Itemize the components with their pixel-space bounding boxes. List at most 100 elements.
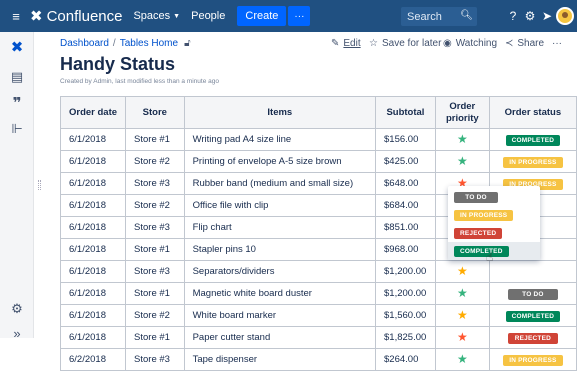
status-cell[interactable]: COMPLETED bbox=[488, 304, 577, 327]
status-cell[interactable]: IN PROGRESS bbox=[488, 150, 577, 173]
items-cell[interactable]: Office file with clip bbox=[183, 194, 377, 217]
gear-icon[interactable]: ⚙ bbox=[522, 8, 538, 24]
priority-cell[interactable]: ★ bbox=[434, 150, 490, 173]
order-date-cell[interactable]: 6/1/2018 bbox=[59, 172, 127, 195]
store-cell[interactable]: Store #2 bbox=[125, 194, 185, 217]
share-button[interactable]: ≺ Share bbox=[505, 38, 544, 49]
order-date-cell[interactable]: 6/2/2018 bbox=[59, 348, 127, 371]
status-option-completed[interactable]: COMPLETED bbox=[448, 242, 540, 260]
notification-icon[interactable]: ➤ bbox=[539, 8, 555, 24]
store-cell[interactable]: Store #1 bbox=[125, 238, 185, 261]
create-more-button[interactable]: ··· bbox=[288, 6, 311, 26]
items-cell[interactable]: Separators/dividers bbox=[183, 260, 377, 283]
store-cell[interactable]: Store #1 bbox=[125, 128, 185, 151]
priority-cell[interactable]: ★ bbox=[434, 282, 490, 305]
status-lozenge: COMPLETED bbox=[505, 310, 561, 322]
menu-icon[interactable]: ≡ bbox=[4, 0, 28, 32]
priority-cell[interactable]: ★ bbox=[434, 304, 490, 327]
store-cell[interactable]: Store #2 bbox=[125, 150, 185, 173]
store-cell[interactable]: Store #3 bbox=[125, 172, 185, 195]
left-sidebar: ✖ ▤ ❞ ⊩ ⚙ » bbox=[0, 32, 34, 341]
table-row: 6/1/2018 Store #2 Printing of envelope A-5… bbox=[59, 150, 577, 173]
status-cell[interactable] bbox=[488, 260, 577, 283]
priority-cell[interactable]: ★ bbox=[434, 260, 490, 283]
confluence-icon: ✖ bbox=[30, 8, 43, 25]
subtotal-cell[interactable]: $1,560.00 bbox=[375, 304, 436, 327]
breadcrumb-tables-home[interactable]: Tables Home bbox=[120, 38, 178, 49]
header-subtotal[interactable]: Subtotal bbox=[375, 96, 436, 129]
blog-quote-icon[interactable]: ❞ bbox=[8, 94, 26, 112]
subtotal-cell[interactable]: $1,200.00 bbox=[375, 260, 436, 283]
status-cell[interactable]: IN PROGRESS bbox=[488, 348, 577, 371]
items-cell[interactable]: Printing of envelope A-5 size brown bbox=[183, 150, 377, 173]
order-date-cell[interactable]: 6/1/2018 bbox=[59, 260, 127, 283]
priority-star-icon: ★ bbox=[456, 308, 468, 322]
status-option-in-progress[interactable]: IN PROGRESS bbox=[448, 206, 540, 224]
subtotal-cell[interactable]: $156.00 bbox=[375, 128, 436, 151]
subtotal-cell[interactable]: $1,200.00 bbox=[375, 282, 436, 305]
items-cell[interactable]: Flip chart bbox=[183, 216, 377, 239]
subtotal-cell[interactable]: $851.00 bbox=[375, 216, 436, 239]
status-cell[interactable]: TO DO bbox=[488, 282, 577, 305]
user-avatar[interactable] bbox=[556, 7, 574, 25]
table-row: 6/1/2018 Store #3 Separators/dividers $1,20… bbox=[59, 260, 577, 283]
watching-button[interactable]: ◉ Watching bbox=[443, 38, 497, 49]
subtotal-cell[interactable]: $264.00 bbox=[375, 348, 436, 371]
header-order-priority[interactable]: Order priority bbox=[434, 96, 490, 129]
pages-icon[interactable]: ▤ bbox=[8, 68, 26, 86]
order-date-cell[interactable]: 6/1/2018 bbox=[59, 128, 127, 151]
status-option-rejected[interactable]: REJECTED bbox=[448, 224, 540, 242]
table-row: 6/2/2018 Store #3 Tape dispenser $264.00 ★ IN… bbox=[59, 348, 577, 371]
items-cell[interactable]: Tape dispenser bbox=[183, 348, 377, 371]
table-row: 6/1/2018 Store #1 Magnetic white board dus… bbox=[59, 282, 577, 305]
order-date-cell[interactable]: 6/1/2018 bbox=[59, 150, 127, 173]
status-lozenge: TO DO bbox=[454, 191, 498, 203]
order-date-cell[interactable]: 6/1/2018 bbox=[59, 238, 127, 261]
store-cell[interactable]: Store #3 bbox=[125, 216, 185, 239]
store-cell[interactable]: Store #2 bbox=[125, 304, 185, 327]
priority-cell[interactable]: ★ bbox=[434, 348, 490, 371]
restrictions-icon[interactable]: 🔓︎ bbox=[184, 38, 190, 49]
people-link[interactable]: People bbox=[191, 10, 225, 22]
status-lozenge: COMPLETED bbox=[454, 245, 509, 257]
page-tree-icon[interactable]: ⊩ bbox=[8, 120, 26, 138]
confluence-space-icon[interactable]: ✖ bbox=[8, 38, 26, 56]
create-button[interactable]: Create bbox=[237, 6, 287, 26]
header-order-date[interactable]: Order date bbox=[59, 96, 127, 129]
subtotal-cell[interactable]: $968.00 bbox=[375, 238, 436, 261]
settings-gear-icon[interactable]: ⚙ bbox=[8, 300, 26, 318]
header-items[interactable]: Items bbox=[183, 96, 377, 129]
items-cell[interactable]: White board marker bbox=[183, 304, 377, 327]
priority-cell[interactable]: ★ bbox=[434, 128, 490, 151]
header-store[interactable]: Store bbox=[125, 96, 185, 129]
spaces-menu[interactable]: Spaces ▼ bbox=[133, 10, 180, 22]
breadcrumb-dashboard[interactable]: Dashboard bbox=[60, 38, 109, 49]
header-order-status[interactable]: Order status bbox=[488, 96, 577, 129]
items-cell[interactable]: Writing pad A4 size line bbox=[183, 128, 377, 151]
store-cell[interactable]: Store #1 bbox=[125, 282, 185, 305]
status-option-to-do[interactable]: TO DO bbox=[448, 188, 540, 206]
edit-button[interactable]: ✎ Edit bbox=[331, 38, 361, 49]
save-for-later-button[interactable]: ☆ Save for later bbox=[369, 38, 441, 49]
confluence-logo[interactable]: ✖ Confluence bbox=[30, 7, 122, 26]
items-cell[interactable]: Rubber band (medium and small size) bbox=[183, 172, 377, 195]
order-date-cell[interactable]: 6/1/2018 bbox=[59, 304, 127, 327]
subtotal-cell[interactable]: $648.00 bbox=[375, 172, 436, 195]
more-actions-button[interactable]: ··· bbox=[552, 38, 562, 49]
order-date-cell[interactable]: 6/1/2018 bbox=[59, 216, 127, 239]
expand-sidebar-icon[interactable]: » bbox=[8, 324, 26, 342]
search-input[interactable]: Search 🔍︎ bbox=[401, 7, 477, 26]
subtotal-cell[interactable]: $684.00 bbox=[375, 194, 436, 217]
items-cell[interactable]: Stapler pins 10 bbox=[183, 238, 377, 261]
store-cell[interactable]: Store #3 bbox=[125, 260, 185, 283]
breadcrumb: Dashboard / Tables Home 🔓︎ bbox=[60, 38, 191, 49]
sidebar-resize-handle[interactable] bbox=[38, 180, 41, 190]
order-date-cell[interactable]: 6/1/2018 bbox=[59, 194, 127, 217]
help-icon[interactable]: ? bbox=[505, 8, 521, 24]
store-cell[interactable]: Store #3 bbox=[125, 348, 185, 371]
status-cell[interactable]: COMPLETED bbox=[488, 128, 577, 151]
items-cell[interactable]: Magnetic white board duster bbox=[183, 282, 377, 305]
order-date-cell[interactable]: 6/1/2018 bbox=[59, 282, 127, 305]
subtotal-cell[interactable]: $425.00 bbox=[375, 150, 436, 173]
priority-star-icon: ★ bbox=[456, 264, 468, 278]
